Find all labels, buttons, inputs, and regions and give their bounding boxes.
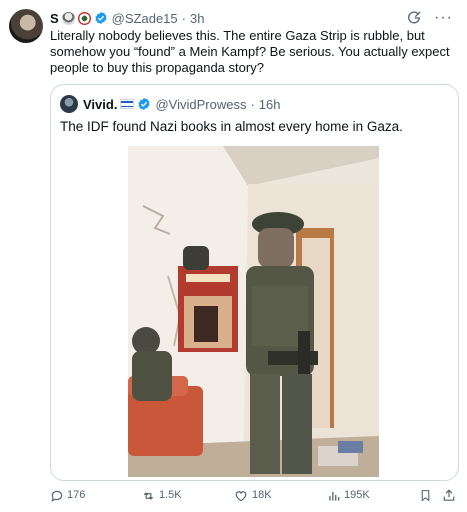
header-actions: ··· — [406, 10, 453, 26]
quote-display-name: Vivid. — [83, 96, 118, 112]
like-icon[interactable] — [234, 489, 248, 503]
timestamp[interactable]: 3h — [190, 11, 204, 26]
repost-icon[interactable] — [141, 489, 156, 503]
avatar[interactable] — [9, 9, 43, 43]
photo-scene — [128, 146, 379, 477]
quote-timestamp: 16h — [258, 96, 281, 112]
share-icon[interactable] — [442, 488, 456, 503]
more-icon[interactable]: ··· — [434, 10, 453, 26]
bookmark-icon[interactable] — [419, 488, 432, 503]
separator: · — [181, 10, 186, 26]
display-name[interactable]: S — [50, 11, 59, 26]
quote-photo[interactable] — [128, 146, 379, 477]
quote-separator: · — [250, 96, 255, 112]
views-icon[interactable] — [327, 489, 341, 503]
handle[interactable]: @SZade15 — [112, 11, 178, 26]
quote-text: The IDF found Nazi books in almost every… — [60, 119, 403, 134]
quote-avatar — [60, 95, 78, 113]
quoted-tweet[interactable]: Vivid. @VividProwess · 16h The IDF found… — [50, 84, 459, 481]
like-count: 18K — [252, 489, 272, 501]
verified-icon — [95, 11, 107, 25]
quote-handle: @VividProwess — [155, 96, 247, 112]
reply-icon[interactable] — [50, 489, 64, 503]
flag-icon — [120, 99, 135, 109]
grok-icon[interactable] — [406, 10, 422, 26]
emoji-icon — [61, 11, 75, 25]
reply-count: 176 — [67, 489, 86, 501]
verified-icon — [138, 97, 150, 111]
repost-count: 1.5K — [159, 489, 182, 501]
tweet[interactable]: S @SZade15 · 3h ··· Literally nobody bel… — [0, 0, 467, 512]
quote-header: Vivid. @VividProwess · 16h — [60, 95, 281, 113]
tweet-text: Literally nobody believes this. The enti… — [50, 28, 450, 75]
emoji-icon — [77, 11, 91, 25]
views-count: 195K — [344, 489, 370, 501]
tweet-header: S @SZade15 · 3h — [50, 10, 204, 26]
